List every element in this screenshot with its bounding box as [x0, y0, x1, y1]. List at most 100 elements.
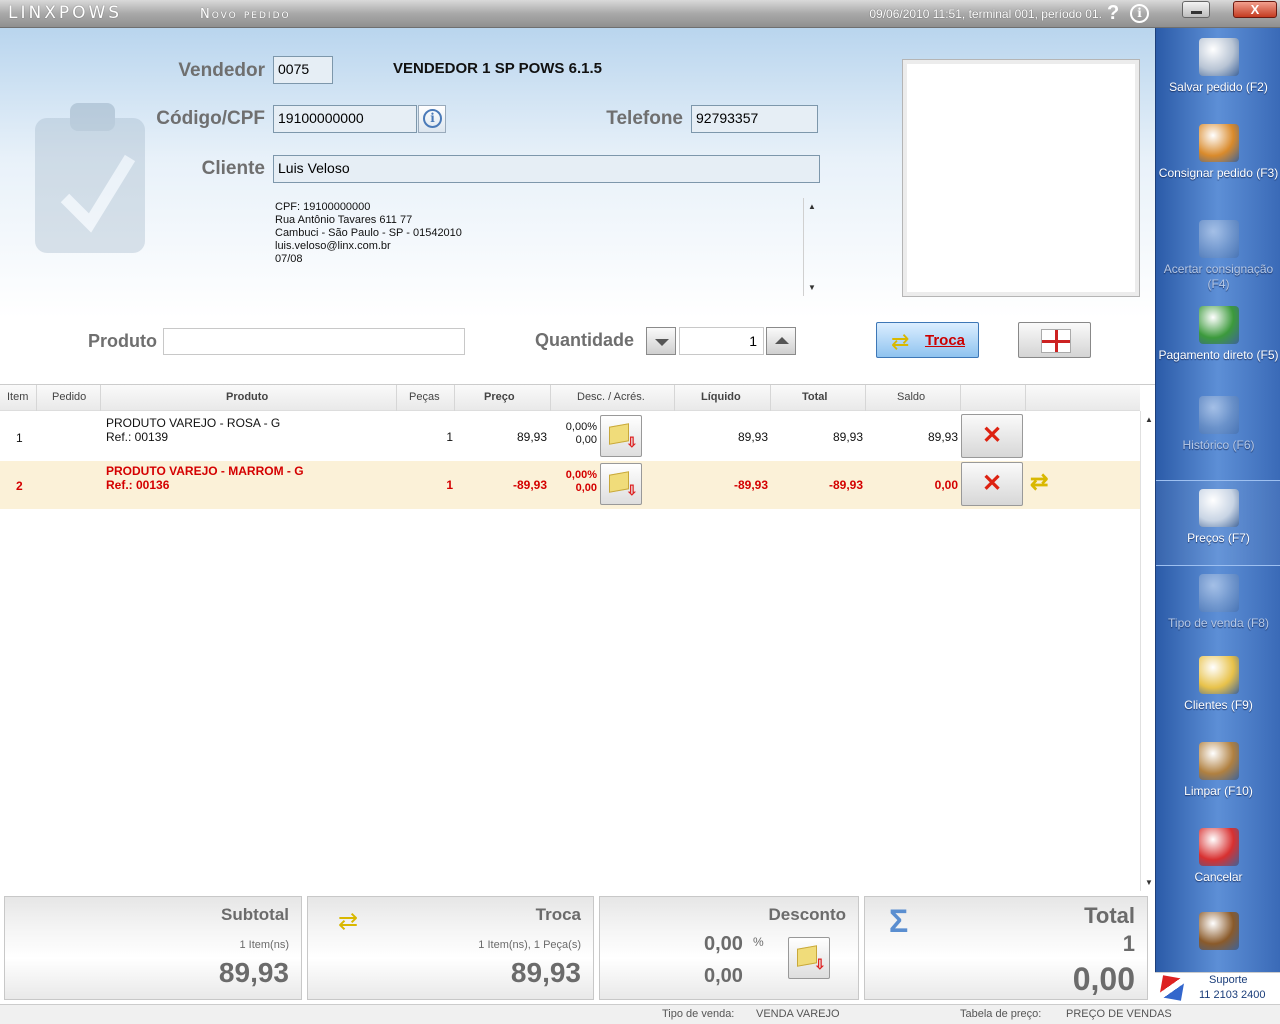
row-preco: 89,93: [516, 430, 547, 444]
sigma-icon: Σ: [889, 903, 909, 939]
sidebar-button-label: Consignar pedido (F3): [1158, 166, 1279, 180]
subtotal-count: 1 Item(ns): [239, 939, 289, 951]
disc-save-icon: [1198, 38, 1239, 76]
vendedor-code-field[interactable]: 0075: [273, 56, 333, 84]
support-box: Suporte 11 2103 2400: [1155, 972, 1280, 1004]
gift-button[interactable]: [1018, 322, 1091, 358]
vendedor-name: VENDEDOR 1 SP POWS 6.1.5: [393, 60, 602, 77]
sidebar-button-folder-clients[interactable]: Clientes (F9): [1156, 648, 1280, 734]
customer-info-button[interactable]: i: [418, 105, 446, 133]
money-icon: [1198, 306, 1239, 344]
function-sidebar: Salvar pedido (F2) Consignar pedido (F3) A…: [1155, 28, 1280, 972]
troca-value: 89,93: [510, 957, 581, 988]
sidebar-button-label: Tipo de venda (F8): [1168, 616, 1269, 630]
row-total: 89,93: [832, 430, 863, 444]
address-line: CPF: 19100000000: [275, 201, 371, 213]
col-preco: Preço: [484, 391, 515, 403]
row-saldo: 0,00: [934, 478, 958, 492]
sale-type-icon: [1198, 574, 1239, 612]
percent-sign: %: [753, 935, 764, 949]
close-window-button[interactable]: X: [1233, 1, 1277, 18]
row-discount-button[interactable]: ⇩: [600, 415, 642, 457]
exit-door-icon: [1198, 912, 1239, 950]
order-header-form: Vendedor 0075 VENDEDOR 1 SP POWS 6.1.5 C…: [0, 28, 1155, 318]
row-pecas: 1: [446, 430, 453, 444]
sidebar-button-cancel[interactable]: Cancelar: [1156, 820, 1280, 906]
cancel-icon: [1198, 828, 1239, 866]
col-desc-acres: Desc. / Acrés.: [577, 391, 645, 403]
row-produto: PRODUTO VAREJO - MARROM - G: [106, 464, 304, 478]
cliente-field[interactable]: Luis Veloso: [273, 155, 820, 183]
quantity-decrease-button[interactable]: [646, 327, 676, 355]
table-row[interactable]: 2 PRODUTO VAREJO - MARROM - G Ref.: 0013…: [0, 461, 1140, 509]
row-produto: PRODUTO VAREJO - ROSA - G: [106, 416, 281, 430]
codigo-cpf-field[interactable]: 19100000000: [273, 105, 417, 133]
gift-icon: [1041, 329, 1071, 353]
shopping-bag-icon: [1198, 124, 1239, 162]
info-icon: i: [423, 109, 442, 128]
row-item: 2: [16, 479, 23, 493]
minimize-button[interactable]: [1182, 1, 1210, 18]
sidebar-button-money[interactable]: Pagamento direto (F5): [1156, 298, 1280, 384]
desconto-panel: Desconto 0,00 % 0,00 ⇩: [599, 896, 859, 1000]
sidebar-button-history[interactable]: Histórico (F6): [1156, 388, 1280, 474]
row-delete-button[interactable]: ✕: [961, 462, 1023, 506]
row-pecas: 1: [446, 478, 453, 492]
col-total: Total: [802, 391, 828, 403]
about-info-icon[interactable]: i: [1130, 4, 1149, 23]
sidebar-button-magnifier[interactable]: Preços (F7): [1156, 480, 1280, 566]
quantity-field[interactable]: 1: [679, 327, 764, 355]
order-discount-button[interactable]: ⇩: [788, 937, 830, 979]
troca-panel: ⇄ Troca 1 Item(ns), 1 Peça(s) 89,93: [307, 896, 594, 1000]
troca-button[interactable]: ⇄ Troca: [876, 322, 979, 358]
col-liquido: Líquido: [701, 391, 741, 403]
col-pedido: Pedido: [52, 391, 87, 403]
sidebar-button-shopping-bag[interactable]: Consignar pedido (F3): [1156, 116, 1280, 202]
quantity-increase-button[interactable]: [766, 327, 796, 355]
total-panel: Σ Total 1 0,00: [864, 896, 1148, 1000]
vendedor-label: Vendedor: [178, 60, 265, 81]
history-icon: [1198, 396, 1239, 434]
telefone-field[interactable]: 92793357: [691, 105, 818, 133]
sidebar-button-bag-check[interactable]: Acertar consignação (F4): [1156, 212, 1280, 298]
row-desc-val: 0,00: [575, 434, 597, 446]
help-icon[interactable]: ?: [1107, 2, 1119, 25]
address-line: Rua Antônio Tavares 611 77: [275, 214, 413, 226]
sidebar-button-label: Salvar pedido (F2): [1169, 80, 1268, 94]
sidebar-button-disc-save[interactable]: Salvar pedido (F2): [1156, 30, 1280, 116]
scroll-down-icon[interactable]: ▼: [808, 283, 816, 292]
address-scrollbar[interactable]: ▲ ▼: [803, 198, 819, 296]
session-status: 09/06/2010 11:51, terminal 001, período …: [869, 7, 1102, 21]
sidebar-button-broom[interactable]: Limpar (F10): [1156, 734, 1280, 820]
customer-photo-frame: [902, 59, 1140, 297]
sidebar-button-label: Pagamento direto (F5): [1158, 348, 1279, 362]
table-row[interactable]: 1 PRODUTO VAREJO - ROSA - G Ref.: 00139 …: [0, 413, 1140, 461]
col-pecas: Peças: [409, 391, 440, 403]
sidebar-button-label: Clientes (F9): [1184, 698, 1253, 712]
product-entry-row: Produto Quantidade 1 ⇄ Troca: [0, 318, 1155, 384]
scroll-up-icon[interactable]: ▲: [808, 202, 816, 211]
produto-input[interactable]: [163, 328, 465, 355]
scroll-up-icon[interactable]: ▲: [1145, 415, 1153, 424]
address-line: luis.veloso@linx.com.br: [275, 240, 391, 252]
sidebar-button-sale-type[interactable]: Tipo de venda (F8): [1156, 566, 1280, 652]
codigo-cpf-label: Código/CPF: [156, 108, 265, 129]
col-item: Item: [7, 391, 29, 403]
subtotal-label: Subtotal: [221, 905, 289, 924]
troca-button-label: Troca: [925, 332, 966, 349]
row-discount-button[interactable]: ⇩: [600, 463, 642, 505]
total-value: 0,00: [1072, 961, 1135, 997]
cliente-label: Cliente: [201, 158, 265, 179]
telefone-label: Telefone: [606, 108, 683, 129]
desconto-value: 0,00: [704, 965, 743, 987]
linx-logo-icon: [1159, 975, 1185, 1001]
row-liquido: -89,93: [733, 478, 768, 492]
tipo-venda-value: VENDA VAREJO: [756, 1008, 840, 1020]
sidebar-button-label: Histórico (F6): [1182, 438, 1255, 452]
table-scrollbar[interactable]: ▲ ▼: [1140, 411, 1155, 891]
address-line: Cambuci - São Paulo - SP - 01542010: [275, 227, 462, 239]
scroll-down-icon[interactable]: ▼: [1145, 878, 1153, 887]
swap-arrows-icon: ⇄: [891, 329, 910, 354]
tabela-preco-value: PREÇO DE VENDAS: [1066, 1008, 1172, 1020]
row-delete-button[interactable]: ✕: [961, 414, 1023, 458]
